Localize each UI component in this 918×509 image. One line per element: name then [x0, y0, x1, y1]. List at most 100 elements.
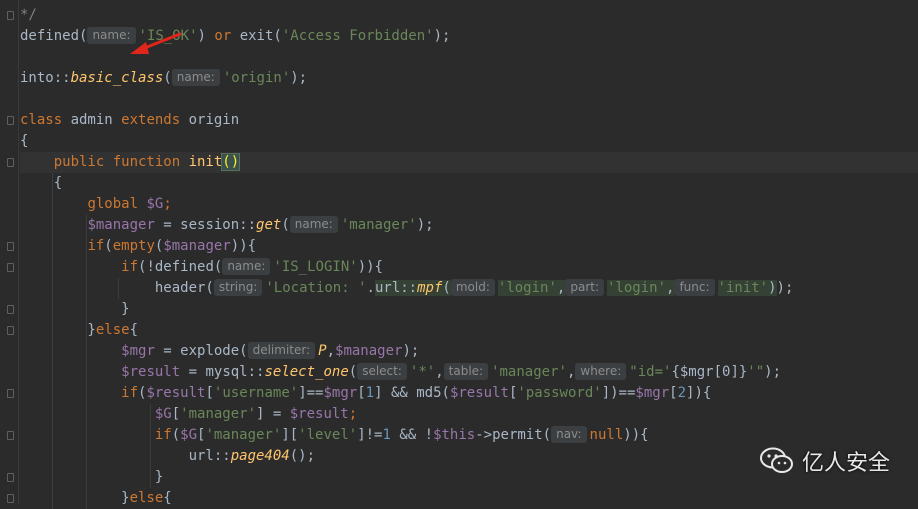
code-line[interactable]: $result = mysql::select_one(select: '*', t… — [20, 362, 918, 383]
code-token: ); — [433, 28, 451, 44]
code-token: if — [121, 259, 139, 275]
code-line[interactable]: $manager = session::get(name:'manager'); — [20, 215, 918, 236]
code-token: . — [366, 280, 375, 296]
code-token: , — [556, 280, 566, 296]
code-line[interactable] — [20, 89, 918, 110]
code-token: } — [20, 469, 164, 485]
code-token: $G — [154, 406, 172, 422]
code-line[interactable]: if($result['username']==$mgr[1] && md5($… — [20, 383, 918, 404]
fold-marker-icon[interactable] — [7, 158, 14, 167]
code-token: $result — [289, 406, 349, 422]
code-token: (); — [289, 448, 316, 464]
code-token: $manager — [87, 217, 155, 233]
parameter-hint: select: — [357, 363, 407, 380]
code-token: $mgr — [323, 385, 358, 401]
code-line[interactable]: { — [20, 131, 918, 152]
code-line[interactable]: class admin extends origin — [20, 110, 918, 131]
code-token: empty — [112, 238, 155, 254]
code-token: if — [154, 427, 172, 443]
code-token: header( — [20, 280, 214, 296]
watermark-text: 亿人安全 — [801, 451, 890, 476]
code-token: ( — [171, 427, 181, 443]
code-token: 'manager' — [340, 217, 417, 233]
editor-gutter — [0, 0, 19, 505]
fold-marker-icon[interactable] — [7, 431, 14, 440]
code-line[interactable]: header(string: 'Location: '.url::mpf(mold… — [20, 278, 918, 299]
code-token: 'password' — [517, 385, 602, 401]
code-line[interactable]: }else{ — [20, 320, 918, 341]
code-line[interactable]: } — [20, 299, 918, 320]
code-token: ( — [163, 70, 172, 86]
code-line[interactable]: { — [20, 173, 918, 194]
red-arrow-annotation — [130, 32, 182, 54]
indent-guide — [52, 173, 53, 509]
code-token: {$mgr[0]} — [671, 364, 748, 380]
code-token: if — [87, 238, 105, 254]
parameter-hint: part: — [565, 279, 604, 296]
fold-marker-icon[interactable] — [7, 326, 14, 335]
code-token: $result — [449, 385, 509, 401]
fold-marker-icon[interactable] — [7, 389, 14, 398]
code-line[interactable]: $mgr = explode(delimiter: P,$manager); — [20, 341, 918, 362]
code-token: null — [589, 427, 624, 443]
code-token: , — [435, 364, 444, 380]
code-token: exit( — [239, 28, 282, 44]
code-token: ]!= — [357, 427, 383, 443]
code-line[interactable]: global $G; — [20, 194, 918, 215]
code-token: $G — [146, 196, 164, 212]
fold-marker-icon[interactable] — [7, 473, 14, 482]
code-token: get — [256, 217, 282, 233]
code-token: P — [318, 343, 327, 359]
code-line[interactable]: }else{ — [20, 488, 918, 509]
code-token: or — [214, 28, 240, 44]
indent-guide — [86, 215, 87, 509]
code-editor[interactable]: */defined(name: 'IS_OK') or exit('Access … — [0, 0, 918, 509]
code-token: 'init' — [717, 280, 769, 296]
fold-marker-icon[interactable] — [7, 11, 14, 20]
code-token: 'manager' — [180, 406, 257, 422]
code-line[interactable]: if($G['manager']['level']!=1 && !$this->… — [20, 425, 918, 446]
code-token: && ! — [390, 427, 434, 443]
code-token: ]== — [298, 385, 324, 401]
code-token: basic_class — [70, 70, 164, 86]
fold-marker-icon[interactable] — [7, 263, 14, 272]
code-token: $mgr — [121, 343, 155, 359]
code-token: public function — [53, 154, 189, 170]
code-line[interactable]: public function init() — [20, 152, 918, 173]
parameter-hint: name: — [222, 258, 271, 275]
parameter-hint: func: — [674, 279, 715, 296]
parameter-hint: name: — [289, 216, 338, 233]
fold-marker-icon[interactable] — [7, 494, 14, 503]
code-token: $result — [146, 385, 206, 401]
indent-guide — [118, 278, 119, 299]
code-token: else — [95, 322, 130, 338]
fold-marker-icon[interactable] — [7, 242, 14, 251]
code-token: global — [87, 196, 147, 212]
code-line[interactable]: if(!defined(name: 'IS_LOGIN')){ — [20, 257, 918, 278]
fold-marker-icon[interactable] — [7, 305, 14, 314]
code-token: $this — [433, 427, 476, 443]
code-token: url:: — [374, 280, 418, 296]
code-token: ); — [776, 280, 794, 296]
code-line[interactable]: into::basic_class(name:'origin'); — [20, 68, 918, 89]
code-token: $manager — [335, 343, 403, 359]
watermark: 亿人安全 — [759, 445, 890, 477]
code-token: admin — [70, 112, 122, 128]
code-line[interactable]: $G['manager'] = $result; — [20, 404, 918, 425]
code-token: 'origin' — [222, 70, 291, 86]
code-token: , — [326, 343, 336, 359]
code-token: init — [188, 154, 223, 170]
code-token: ); — [416, 217, 434, 233]
parameter-hint: where: — [575, 363, 627, 380]
code-line[interactable]: if(empty($manager)){ — [20, 236, 918, 257]
code-token: (!defined( — [138, 259, 223, 275]
code-token: ); — [402, 343, 420, 359]
parameter-hint: string: — [213, 279, 263, 296]
code-token: 'manager' — [205, 427, 282, 443]
fold-marker-icon[interactable] — [7, 116, 14, 125]
code-token: , — [666, 280, 675, 296]
code-line[interactable]: */ — [20, 5, 918, 26]
